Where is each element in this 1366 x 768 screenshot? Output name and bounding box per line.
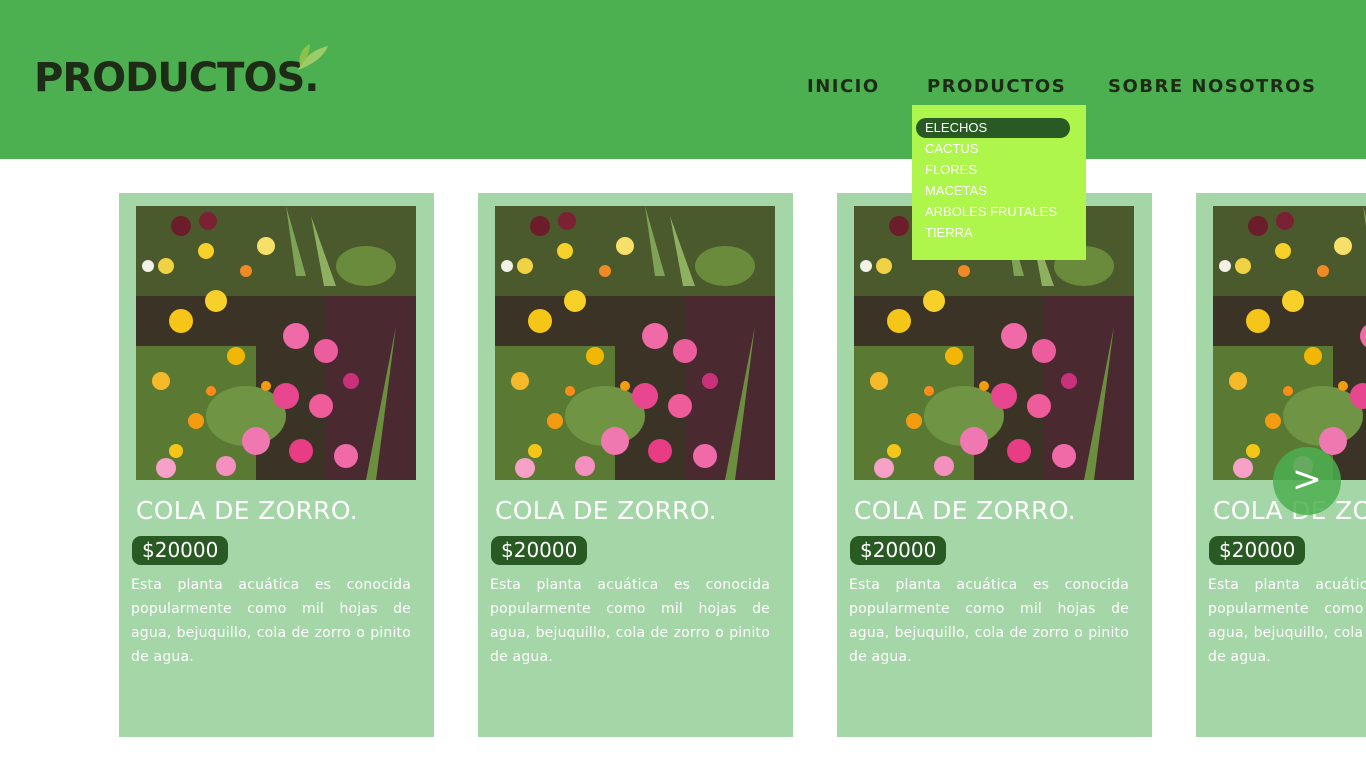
site-header: PRODUCTOS. INICIO PRODUCTOS SOBRE NOSOTR… — [0, 0, 1366, 159]
product-image — [495, 206, 775, 480]
leaf-icon — [298, 44, 328, 70]
dropdown-item-flores[interactable]: FLORES — [925, 162, 977, 177]
nav-productos[interactable]: PRODUCTOS — [927, 76, 1066, 97]
price-badge: $20000 — [491, 536, 588, 565]
product-image — [1213, 206, 1366, 480]
product-description: Esta planta acuática es conocida popular… — [490, 577, 770, 665]
product-description: Esta planta acuática es conocida popular… — [1208, 577, 1366, 665]
price-badge: $20000 — [132, 536, 229, 565]
product-description: Esta planta acuática es conocida popular… — [849, 577, 1129, 665]
product-image — [136, 206, 416, 480]
dropdown-item-tierra[interactable]: TIERRA — [925, 225, 973, 240]
price-badge: $20000 — [1209, 536, 1306, 565]
dropdown-item-macetas[interactable]: MACETAS — [925, 183, 987, 198]
logo-text[interactable]: PRODUCTOS. — [34, 58, 319, 98]
product-title: COLA DE ZORRO. — [854, 496, 1077, 525]
price-badge: $20000 — [850, 536, 947, 565]
product-description: Esta planta acuática es conocida popular… — [131, 577, 411, 665]
dropdown-item-cactus[interactable]: CACTUS — [925, 141, 978, 156]
product-title: COLA DE ZORRO. — [495, 496, 718, 525]
product-card[interactable]: COLA DE ZORRO. $20000 Esta planta acuáti… — [478, 193, 793, 737]
carousel-next-button[interactable]: > — [1273, 447, 1341, 515]
productos-dropdown: ELECHOS CACTUS FLORES MACETAS ARBOLES FR… — [912, 105, 1086, 260]
product-card[interactable]: COLA DE ZORRO. $20000 Esta planta acuáti… — [837, 193, 1152, 737]
product-card[interactable]: COLA DE ZORRO. $20000 Esta planta acuáti… — [119, 193, 434, 737]
dropdown-item-elechos[interactable]: ELECHOS — [916, 118, 1070, 138]
nav-sobre-nosotros[interactable]: SOBRE NOSOTROS — [1108, 76, 1316, 97]
nav-inicio[interactable]: INICIO — [807, 76, 880, 97]
dropdown-item-arboles-frutales[interactable]: ARBOLES FRUTALES — [925, 204, 1057, 219]
product-title: COLA DE ZORRO. — [136, 496, 359, 525]
